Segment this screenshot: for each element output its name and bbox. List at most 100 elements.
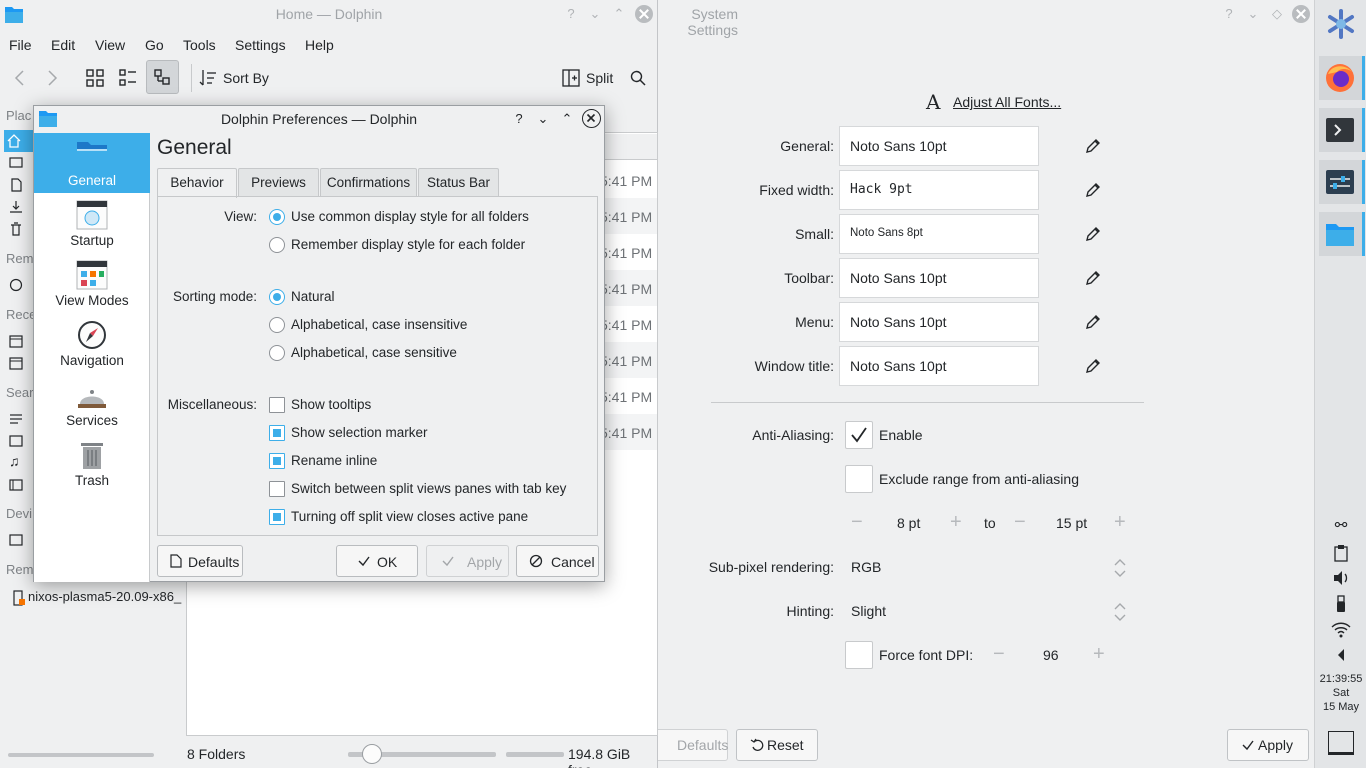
enable-anti-aliasing-checkbox[interactable] [845,421,873,449]
document-list-icon[interactable] [9,412,23,426]
cancel-button[interactable]: Cancel [516,545,599,577]
sort-by-button[interactable]: Sort By [223,70,269,86]
defaults-button[interactable]: Defaults [646,729,728,761]
hinting-combobox[interactable]: Slight [841,595,1131,627]
edit-pencil-icon[interactable] [1084,225,1102,243]
column-header-modified[interactable] [605,134,657,160]
calendar-icon[interactable] [9,334,23,348]
tab-confirmations[interactable]: Confirmations [320,168,417,196]
video-icon[interactable] [9,478,23,492]
minimize-icon[interactable]: ⌄ [534,110,552,128]
help-icon[interactable]: ? [562,5,580,23]
menu-tools[interactable]: Tools [183,37,216,53]
tab-status-bar[interactable]: Status Bar [418,168,499,196]
defaults-button[interactable]: Defaults [157,545,243,577]
sidebar-item-services[interactable]: Services [34,373,150,433]
edit-pencil-icon[interactable] [1084,181,1102,199]
sidebar-item-home[interactable] [4,130,33,152]
sidebar-scrollbar[interactable] [8,753,154,757]
taskbar-system-settings[interactable] [1319,160,1365,204]
music-icon[interactable]: ♫ [9,453,20,469]
sidebar-item-startup[interactable]: Startup [34,193,150,253]
sorting-insensitive-radio[interactable] [269,317,285,333]
subpixel-combobox[interactable]: RGB [841,551,1131,583]
plus-icon[interactable]: + [950,512,962,532]
tab-behavior[interactable]: Behavior [157,168,237,198]
harddisk-icon[interactable] [9,533,23,547]
menu-file[interactable]: File [9,37,32,53]
maximize-icon[interactable]: ⌃ [610,5,628,23]
sorting-sensitive-radio[interactable] [269,345,285,361]
close-icon[interactable] [582,109,601,128]
edit-pencil-icon[interactable] [1084,357,1102,375]
view-remember-radio[interactable] [269,237,285,253]
sidebar-item-trash[interactable]: Trash [34,433,150,493]
minus-icon[interactable]: − [1014,512,1026,532]
sidebar-item-navigation[interactable]: Navigation [34,313,150,373]
close-icon[interactable] [635,5,653,23]
edit-pencil-icon[interactable] [1084,137,1102,155]
minimize-icon[interactable]: ⌄ [1244,5,1262,23]
force-dpi-checkbox[interactable] [845,641,873,669]
split-button[interactable]: Split [586,70,613,86]
desktop-icon[interactable] [9,156,23,170]
usb-device-icon[interactable] [1335,595,1347,613]
keep-above-icon[interactable]: ◇ [1268,5,1286,23]
show-selection-marker-checkbox[interactable] [269,425,285,441]
rename-inline-checkbox[interactable] [269,453,285,469]
edit-pencil-icon[interactable] [1084,269,1102,287]
compact-view-icon[interactable] [119,69,137,87]
minimize-icon[interactable]: ⌄ [586,5,604,23]
forward-icon[interactable] [44,68,60,88]
clipboard-icon[interactable] [1333,544,1349,562]
split-closes-active-checkbox[interactable] [269,509,285,525]
menu-help[interactable]: Help [305,37,334,53]
sidebar-item-general[interactable]: General [34,133,150,193]
menu-go[interactable]: Go [145,37,164,53]
reset-button[interactable]: Reset [736,729,818,761]
apply-button[interactable]: Apply [1227,729,1309,761]
show-desktop-icon[interactable] [1328,731,1354,755]
taskbar-konsole[interactable] [1319,108,1365,152]
help-icon[interactable]: ? [1220,5,1238,23]
plus-icon[interactable]: + [1093,644,1105,664]
volume-icon[interactable] [1332,570,1350,586]
tab-previews[interactable]: Previews [238,168,319,196]
maximize-icon[interactable]: ⌃ [558,110,576,128]
apply-button[interactable]: Apply [426,545,509,577]
downloads-icon[interactable] [9,200,23,214]
zoom-slider-handle[interactable] [362,744,382,764]
adjust-all-fonts-button[interactable]: A Adjust All Fonts... [926,90,1076,114]
back-icon[interactable] [12,68,28,88]
exclude-range-checkbox[interactable] [845,465,873,493]
image-icon[interactable] [9,434,23,448]
show-tooltips-checkbox[interactable] [269,397,285,413]
minus-icon[interactable]: − [993,644,1005,664]
close-icon[interactable] [1292,5,1310,23]
menu-settings[interactable]: Settings [235,37,286,53]
taskbar-dolphin[interactable] [1319,212,1365,256]
details-view-button[interactable] [146,60,179,94]
trash-icon[interactable] [9,222,23,236]
calendar-icon[interactable] [9,356,23,370]
sorting-natural-radio[interactable] [269,289,285,305]
expand-tray-icon[interactable] [1336,648,1346,662]
documents-icon[interactable] [9,178,23,192]
nixos-launcher-icon[interactable] [1325,8,1357,40]
menu-edit[interactable]: Edit [51,37,75,53]
view-common-radio[interactable] [269,209,285,225]
kdeconnect-icon[interactable]: ⚯ [1331,516,1351,534]
edit-pencil-icon[interactable] [1084,313,1102,331]
search-icon[interactable] [630,70,646,86]
wifi-icon[interactable] [1330,620,1352,638]
plus-icon[interactable]: + [1114,512,1126,532]
menu-view[interactable]: View [95,37,125,53]
minus-icon[interactable]: − [851,512,863,532]
network-icon[interactable] [9,278,23,292]
ok-button[interactable]: OK [336,545,418,577]
taskbar-firefox[interactable] [1319,56,1365,100]
help-icon[interactable]: ? [510,110,528,128]
sidebar-item-view-modes[interactable]: View Modes [34,253,150,313]
switch-split-views-checkbox[interactable] [269,481,285,497]
digital-clock[interactable]: 21:39:55 Sat 15 May [1315,672,1366,714]
